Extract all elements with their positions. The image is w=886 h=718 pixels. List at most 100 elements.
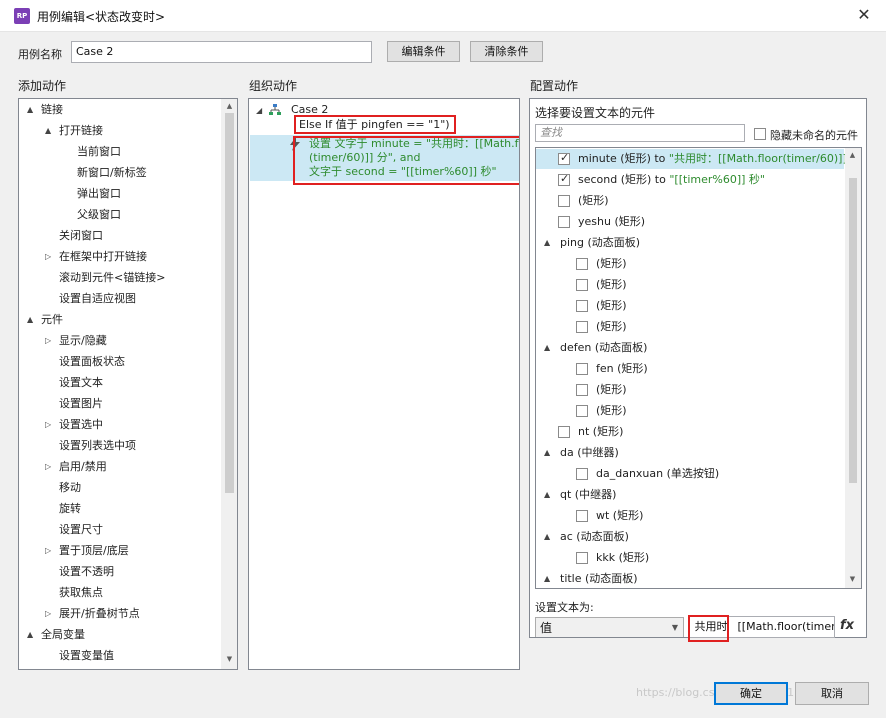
widget-item[interactable]: wt (矩形) xyxy=(596,507,643,525)
widget-item[interactable]: fen (矩形) xyxy=(596,360,648,378)
action-item[interactable]: 设置图片 xyxy=(59,395,103,413)
expand-icon[interactable]: ▷ xyxy=(45,546,51,555)
collapse-icon[interactable]: ▲ xyxy=(27,315,33,324)
widget-item[interactable]: title (动态面板) xyxy=(560,570,638,588)
action-item[interactable]: 新窗口/新标签 xyxy=(77,164,147,182)
close-icon[interactable]: ✕ xyxy=(854,5,874,25)
expand-icon[interactable]: ▷ xyxy=(45,462,51,471)
widget-checkbox[interactable] xyxy=(558,216,570,228)
case-name-input[interactable]: Case 2 xyxy=(71,41,372,63)
widget-checkbox[interactable] xyxy=(576,552,588,564)
action-item[interactable]: 链接 xyxy=(41,101,63,119)
action-item[interactable]: 获取焦点 xyxy=(59,584,103,602)
collapse-icon[interactable]: ◢ xyxy=(256,106,262,115)
action-item[interactable]: 显示/隐藏 xyxy=(59,332,107,350)
widget-item[interactable]: second (矩形) to "[[timer%60]] 秒" xyxy=(578,171,765,189)
widget-item[interactable]: minute (矩形) to "共用时：[[Math.floor(timer/6… xyxy=(578,150,861,168)
widget-item[interactable]: da_danxuan (单选按钮) xyxy=(596,465,719,483)
action-item[interactable]: 在框架中打开链接 xyxy=(59,248,147,266)
clear-condition-button[interactable]: 清除条件 xyxy=(470,41,543,62)
scroll-up-icon[interactable]: ▲ xyxy=(222,102,237,110)
expand-icon[interactable]: ▷ xyxy=(45,609,51,618)
widget-item[interactable]: yeshu (矩形) xyxy=(578,213,645,231)
scroll-thumb[interactable] xyxy=(225,113,234,493)
action-item[interactable]: 设置文本 xyxy=(59,374,103,392)
collapse-icon[interactable]: ▲ xyxy=(544,574,550,583)
expand-icon[interactable]: ▷ xyxy=(45,336,51,345)
action-item[interactable]: 设置不透明 xyxy=(59,563,114,581)
action-item[interactable]: 滚动到元件<锚链接> xyxy=(59,269,165,287)
collapse-icon[interactable]: ▲ xyxy=(45,126,51,135)
widget-checkbox[interactable] xyxy=(576,321,588,333)
widget-item[interactable]: ping (动态面板) xyxy=(560,234,640,252)
widget-checkbox[interactable] xyxy=(558,426,570,438)
widget-item[interactable]: qt (中继器) xyxy=(560,486,616,504)
action-item[interactable]: 置于顶层/底层 xyxy=(59,542,129,560)
collapse-icon[interactable]: ▲ xyxy=(544,532,550,541)
widget-item[interactable]: (矩形) xyxy=(596,318,627,336)
cancel-button[interactable]: 取消 xyxy=(795,682,869,705)
text-type-select[interactable]: 值 ▼ xyxy=(535,617,684,637)
widget-item[interactable]: da (中继器) xyxy=(560,444,619,462)
widget-checkbox[interactable] xyxy=(558,151,570,165)
scroll-down-icon[interactable]: ▼ xyxy=(222,655,237,663)
widget-checkbox[interactable] xyxy=(576,468,588,480)
action-item[interactable]: 设置自适应视图 xyxy=(59,290,136,308)
action-item[interactable]: 弹出窗口 xyxy=(77,185,121,203)
widget-name: (矩形) xyxy=(596,257,627,270)
widget-checkbox[interactable] xyxy=(576,279,588,291)
widget-item[interactable]: (矩形) xyxy=(596,381,627,399)
widget-item[interactable]: (矩形) xyxy=(578,192,609,210)
action-item[interactable]: 父级窗口 xyxy=(77,206,121,224)
collapse-icon[interactable]: ▲ xyxy=(544,343,550,352)
widget-checkbox[interactable] xyxy=(576,384,588,396)
widget-checkbox[interactable] xyxy=(576,363,588,375)
widget-list-scrollbar[interactable]: ▲ ▼ xyxy=(845,148,861,588)
widget-item[interactable]: (矩形) xyxy=(596,402,627,420)
fx-button[interactable]: fx xyxy=(840,618,854,633)
action-item[interactable]: 展开/折叠树节点 xyxy=(59,605,140,623)
widget-item[interactable]: ac (动态面板) xyxy=(560,528,629,546)
action-item[interactable]: 设置变量值 xyxy=(59,647,114,665)
action-item[interactable]: 全局变量 xyxy=(41,626,85,644)
widget-item[interactable]: nt (矩形) xyxy=(578,423,623,441)
widget-item[interactable]: (矩形) xyxy=(596,255,627,273)
widget-checkbox[interactable] xyxy=(558,195,570,207)
action-item[interactable]: 打开链接 xyxy=(59,122,103,140)
expand-icon[interactable]: ▷ xyxy=(45,252,51,261)
widget-checkbox[interactable] xyxy=(576,405,588,417)
widget-name: (矩形) xyxy=(578,194,609,207)
scroll-down-icon[interactable]: ▼ xyxy=(845,575,860,583)
collapse-icon[interactable]: ▲ xyxy=(27,105,33,114)
widget-item[interactable]: (矩形) xyxy=(596,276,627,294)
action-item[interactable]: 元件 xyxy=(41,311,63,329)
action-item[interactable]: 移动 xyxy=(59,479,81,497)
action-item[interactable]: 旋转 xyxy=(59,500,81,518)
collapse-icon[interactable]: ▲ xyxy=(544,490,550,499)
widget-item[interactable]: defen (动态面板) xyxy=(560,339,647,357)
action-item[interactable]: 当前窗口 xyxy=(77,143,121,161)
action-item[interactable]: 设置列表选中项 xyxy=(59,437,136,455)
action-item[interactable]: 关闭窗口 xyxy=(59,227,103,245)
widget-item[interactable]: (矩形) xyxy=(596,297,627,315)
action-item[interactable]: 设置面板状态 xyxy=(59,353,125,371)
collapse-icon[interactable]: ▲ xyxy=(27,630,33,639)
action-item[interactable]: 设置尺寸 xyxy=(59,521,103,539)
collapse-icon[interactable]: ▲ xyxy=(544,238,550,247)
scroll-up-icon[interactable]: ▲ xyxy=(845,151,860,159)
ok-button[interactable]: 确定 xyxy=(714,682,788,705)
widget-item[interactable]: kkk (矩形) xyxy=(596,549,649,567)
hide-unnamed-checkbox[interactable] xyxy=(754,128,766,140)
collapse-icon[interactable]: ▲ xyxy=(544,448,550,457)
search-input[interactable]: 查找 xyxy=(535,124,745,142)
widget-checkbox[interactable] xyxy=(576,510,588,522)
add-actions-scrollbar[interactable]: ▲ ▼ xyxy=(221,99,237,669)
expand-icon[interactable]: ▷ xyxy=(45,420,51,429)
action-item[interactable]: 启用/禁用 xyxy=(59,458,107,476)
edit-condition-button[interactable]: 编辑条件 xyxy=(387,41,460,62)
scroll-thumb[interactable] xyxy=(849,178,857,483)
action-item[interactable]: 设置选中 xyxy=(59,416,103,434)
widget-checkbox[interactable] xyxy=(576,258,588,270)
widget-checkbox[interactable] xyxy=(558,172,570,186)
widget-checkbox[interactable] xyxy=(576,300,588,312)
